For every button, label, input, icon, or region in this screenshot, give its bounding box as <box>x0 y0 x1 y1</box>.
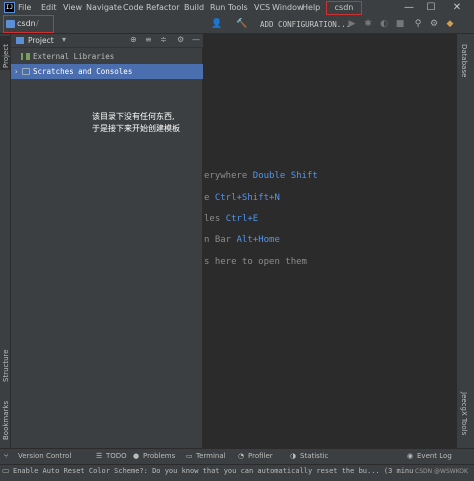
menu-file[interactable]: File <box>18 0 31 16</box>
coverage-icon[interactable]: ◐ <box>378 18 390 30</box>
problems-tab[interactable]: Problems <box>143 450 175 462</box>
menu-navigate[interactable]: Navigate <box>86 0 122 16</box>
locate-target-icon[interactable]: ⊕ <box>130 35 137 44</box>
app-logo-icon: IJ <box>4 2 15 13</box>
version-control-icon: ⑂ <box>4 452 9 460</box>
problems-icon: ● <box>133 452 140 460</box>
project-tool-label[interactable]: Project <box>2 44 10 68</box>
terminal-tab[interactable]: Terminal <box>196 450 226 462</box>
event-log-tab[interactable]: Event Log <box>417 450 452 462</box>
annotation-line-1: 该目录下没有任何东西, <box>92 112 175 121</box>
stop-icon[interactable]: ■ <box>394 18 406 30</box>
structure-tool-label[interactable]: Structure <box>2 349 10 382</box>
hint-drop-files: s here to open them <box>204 257 307 267</box>
plugin-icon[interactable]: ◆ <box>444 18 456 30</box>
database-tool-label[interactable]: Database <box>460 44 468 77</box>
menu-vcs[interactable]: VCS <box>254 0 270 16</box>
terminal-icon: ▭ <box>186 452 193 460</box>
add-configuration-button[interactable]: ADD CONFIGURATION... <box>260 19 350 31</box>
hint-navigation-bar: n Bar Alt+Home <box>204 235 280 245</box>
tree-item-label: External Libraries <box>33 52 115 61</box>
statistic-tab[interactable]: Statistic <box>300 450 328 462</box>
scratches-icon <box>22 68 30 75</box>
hint-go-to-file: e Ctrl+Shift+N <box>204 193 280 203</box>
settings-gear-icon[interactable]: ⚙ <box>428 18 440 30</box>
todo-tab[interactable]: TODO <box>106 450 127 462</box>
menu-code[interactable]: Code <box>123 0 143 16</box>
expand-arrow-icon[interactable]: › <box>14 64 19 79</box>
expand-all-icon[interactable]: ≡ <box>145 35 152 44</box>
event-log-icon: ◉ <box>407 452 414 460</box>
tree-item-scratches[interactable]: › Scratches and Consoles <box>11 64 203 79</box>
menu-window[interactable]: Window <box>272 0 304 16</box>
menu-tools[interactable]: Tools <box>228 0 248 16</box>
breadcrumb-project[interactable]: csdn <box>17 19 36 28</box>
left-tool-stripe <box>0 34 11 448</box>
status-message[interactable]: Enable Auto Reset Color Scheme?: Do you … <box>13 467 413 475</box>
menu-build[interactable]: Build <box>184 0 204 16</box>
close-button[interactable]: ✕ <box>446 0 468 16</box>
jeecg-tools-label[interactable]: JeecgX Tools <box>460 392 468 435</box>
run-icon[interactable]: ▶ <box>346 18 358 30</box>
project-view-icon <box>16 37 24 44</box>
breadcrumb-separator: / <box>36 19 39 28</box>
annotation-line-2: 于是接下来开始创建模板 <box>92 124 180 133</box>
menu-edit[interactable]: Edit <box>41 0 57 16</box>
hint-search-everywhere: erywhere Double Shift <box>204 171 318 181</box>
profiler-icon: ◔ <box>238 452 245 460</box>
right-tool-stripe <box>456 34 474 448</box>
tree-item-external-libraries[interactable]: External Libraries <box>11 49 203 64</box>
bookmarks-tool-label[interactable]: Bookmarks <box>2 401 10 440</box>
search-icon[interactable]: ⚲ <box>412 18 424 30</box>
watermark: CSDN @WSWKOK <box>415 468 468 475</box>
debug-icon[interactable]: ✱ <box>362 18 374 30</box>
tree-item-label: Scratches and Consoles <box>33 67 133 76</box>
library-icon <box>21 53 30 60</box>
menu-view[interactable]: View <box>63 0 82 16</box>
statistic-icon: ◑ <box>290 452 297 460</box>
view-dropdown-chevron-icon[interactable]: ▾ <box>62 35 66 44</box>
menu-refactor[interactable]: Refactor <box>146 0 180 16</box>
build-hammer-icon[interactable]: 🔨 <box>236 18 248 30</box>
hide-panel-icon[interactable]: — <box>192 35 200 44</box>
user-icon[interactable]: 👤 <box>211 18 223 30</box>
profiler-tab[interactable]: Profiler <box>248 450 273 462</box>
todo-icon: ☰ <box>96 452 103 460</box>
project-panel <box>11 34 203 448</box>
window-title: csdn <box>326 1 362 15</box>
minimize-button[interactable]: — <box>398 0 420 16</box>
collapse-all-icon[interactable]: ≑ <box>160 35 167 44</box>
hint-recent-files: les Ctrl+E <box>204 214 259 224</box>
menu-run[interactable]: Run <box>210 0 225 16</box>
menu-help[interactable]: Help <box>302 0 320 16</box>
version-control-tab[interactable]: Version Control <box>18 450 71 462</box>
maximize-button[interactable]: ☐ <box>420 0 442 16</box>
module-folder-icon <box>6 20 15 28</box>
options-gear-icon[interactable]: ⚙ <box>177 35 184 44</box>
project-panel-title[interactable]: Project <box>28 36 54 45</box>
status-toggle-icon[interactable]: ▭ <box>2 466 10 475</box>
